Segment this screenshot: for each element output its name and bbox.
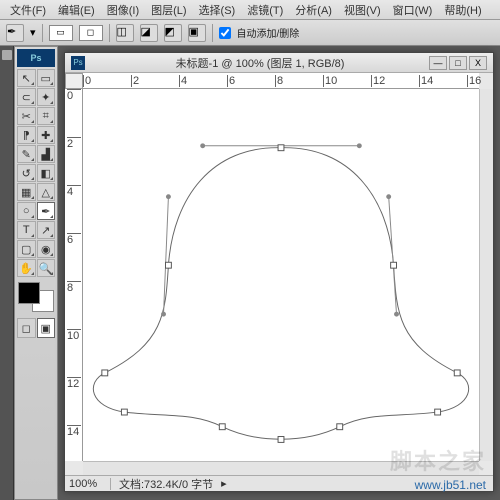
panel-tab[interactable] [2, 50, 12, 60]
heal-tool[interactable]: ✚ [37, 126, 56, 144]
status-text: 文档:732.4K/0 字节 [119, 476, 213, 492]
screenmode-icon[interactable]: ▣ [37, 318, 56, 338]
canvas-area: Ps 未标题-1 @ 100% (图层 1, RGB/8) — □ X 0246… [58, 46, 500, 500]
ps-logo: Ps [17, 49, 55, 67]
eyedropper-tool[interactable]: ⁋ [17, 126, 36, 144]
menu-edit[interactable]: 编辑(E) [52, 0, 101, 20]
toolbox: Ps ↖▭ ⊂✦ ✂⌗ ⁋✚ ✎▟ ↺◧ ▦△ ○✒ T↗ ▢◉ ✋🔍 ◻▣ [14, 46, 58, 500]
panel-dock [0, 46, 14, 500]
hand-tool[interactable]: ✋ [17, 259, 36, 277]
auto-add-checkbox[interactable] [219, 27, 231, 39]
menu-help[interactable]: 帮助(H) [438, 0, 487, 20]
subtract-icon[interactable]: ◪ [140, 24, 158, 42]
menu-analysis[interactable]: 分析(A) [289, 0, 338, 20]
ruler-vertical[interactable]: 02468101214 [65, 89, 83, 461]
history-brush-tool[interactable]: ↺ [17, 164, 36, 182]
stamp-tool[interactable]: ▟ [37, 145, 56, 163]
path-select-tool[interactable]: ↗ [37, 221, 56, 239]
menu-window[interactable]: 窗口(W) [387, 0, 439, 20]
zoom-tool[interactable]: 🔍 [37, 259, 56, 277]
quickmask-icon[interactable]: ◻ [17, 318, 36, 338]
menu-select[interactable]: 选择(S) [193, 0, 242, 20]
ruler-horizontal[interactable]: 0246810121416 [83, 73, 479, 89]
watermark-brand: 脚本之家 [390, 444, 486, 476]
combine-icon[interactable]: ◫ [116, 24, 134, 42]
pen-tool[interactable]: ✒ [37, 202, 56, 220]
3d-tool[interactable]: ◉ [37, 240, 56, 258]
shape-mode-dropdown[interactable]: ◻ [79, 25, 103, 41]
color-swatch[interactable] [18, 282, 54, 312]
move-tool[interactable]: ↖ [17, 69, 36, 87]
menu-file[interactable]: 文件(F) [4, 0, 52, 20]
fg-color[interactable] [18, 282, 40, 304]
menu-image[interactable]: 图像(I) [101, 0, 145, 20]
divider [42, 24, 43, 42]
minimize-button[interactable]: — [429, 56, 447, 70]
exclude-icon[interactable]: ▣ [188, 24, 206, 42]
brush-tool[interactable]: ✎ [17, 145, 36, 163]
gradient-tool[interactable]: ▦ [17, 183, 36, 201]
type-tool[interactable]: T [17, 221, 36, 239]
document-window: Ps 未标题-1 @ 100% (图层 1, RGB/8) — □ X 0246… [64, 52, 494, 492]
close-button[interactable]: X [469, 56, 487, 70]
ruler-origin[interactable] [65, 73, 83, 89]
divider [212, 24, 213, 42]
titlebar[interactable]: Ps 未标题-1 @ 100% (图层 1, RGB/8) — □ X [65, 53, 493, 73]
menu-bar: 文件(F) 编辑(E) 图像(I) 图层(L) 选择(S) 滤镜(T) 分析(A… [0, 0, 500, 20]
watermark-url: www.jb51.net [415, 478, 486, 492]
eraser-tool[interactable]: ◧ [37, 164, 56, 182]
chevron-down-icon[interactable]: ▾ [30, 26, 36, 39]
dodge-tool[interactable]: ○ [17, 202, 36, 220]
wand-tool[interactable]: ✦ [37, 88, 56, 106]
scrollbar-vertical[interactable] [479, 89, 493, 461]
slice-tool[interactable]: ⌗ [37, 107, 56, 125]
workspace: Ps ↖▭ ⊂✦ ✂⌗ ⁋✚ ✎▟ ↺◧ ▦△ ○✒ T↗ ▢◉ ✋🔍 ◻▣ P… [0, 46, 500, 500]
zoom-level[interactable]: 100% [69, 478, 111, 490]
vector-path[interactable] [83, 89, 479, 461]
doc-title: 未标题-1 @ 100% (图层 1, RGB/8) [91, 55, 429, 71]
divider [109, 24, 110, 42]
options-bar: ✒ ▾ ▭ ◻ ◫ ◪ ◩ ▣ 自动添加/删除 [0, 20, 500, 46]
blur-tool[interactable]: △ [37, 183, 56, 201]
menu-view[interactable]: 视图(V) [338, 0, 387, 20]
doc-icon: Ps [71, 56, 85, 70]
maximize-button[interactable]: □ [449, 56, 467, 70]
doc-body: 0246810121416 02468101214 100% 文档:732.4K… [65, 73, 493, 491]
marquee-tool[interactable]: ▭ [37, 69, 56, 87]
intersect-icon[interactable]: ◩ [164, 24, 182, 42]
chevron-right-icon[interactable]: ▸ [221, 477, 227, 490]
lasso-tool[interactable]: ⊂ [17, 88, 36, 106]
path-mode-dropdown[interactable]: ▭ [49, 25, 73, 41]
pen-tool-icon[interactable]: ✒ [6, 24, 24, 42]
crop-tool[interactable]: ✂ [17, 107, 36, 125]
menu-filter[interactable]: 滤镜(T) [241, 0, 289, 20]
shape-tool[interactable]: ▢ [17, 240, 36, 258]
menu-layer[interactable]: 图层(L) [145, 0, 192, 20]
canvas[interactable] [83, 89, 479, 461]
auto-add-label: 自动添加/删除 [237, 25, 300, 40]
